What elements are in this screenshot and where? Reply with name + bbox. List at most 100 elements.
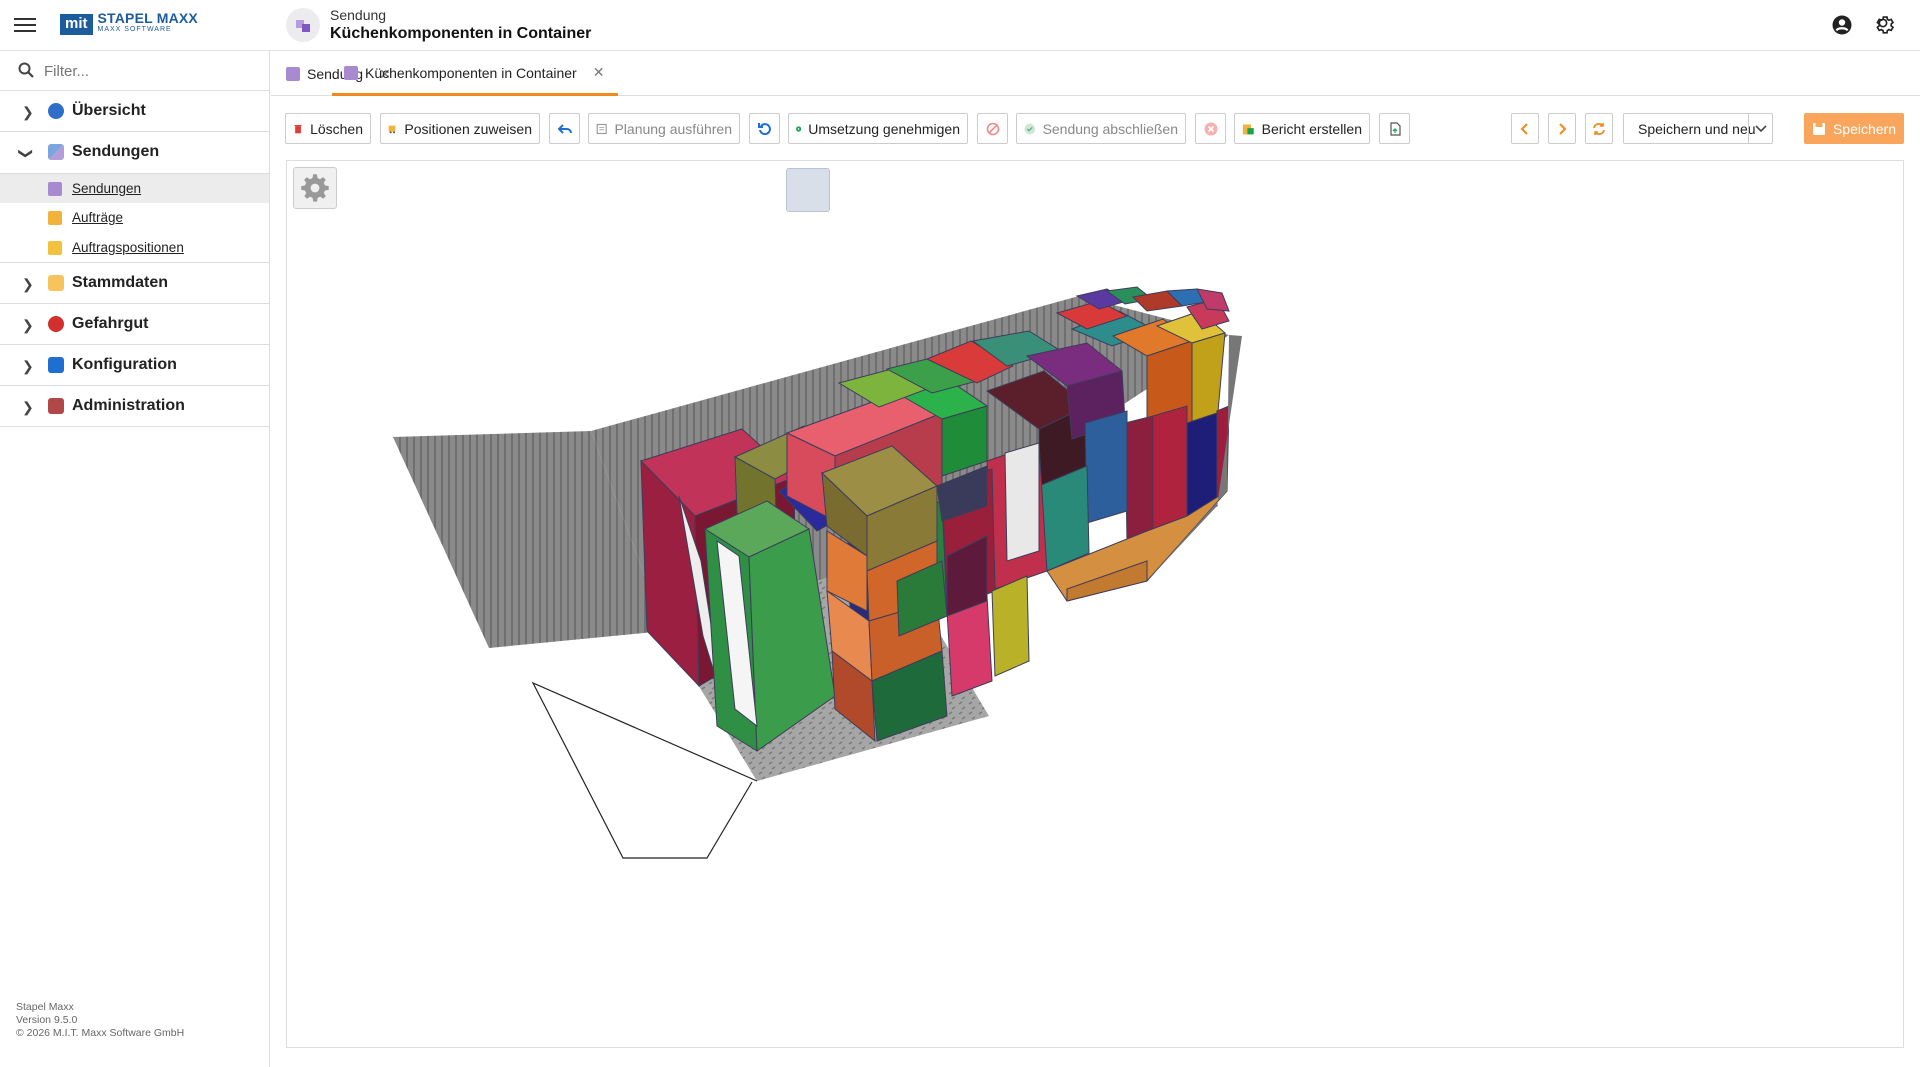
sidebar-subitem-label: Sendungen [72, 181, 142, 196]
button-label: Sendung abschließen [1042, 120, 1178, 137]
chevron-left-icon [1520, 122, 1528, 135]
hamburger-menu-icon[interactable] [14, 15, 36, 35]
button-label: Löschen [310, 120, 363, 137]
sidebar-item-konfiguration[interactable]: ❯ Konfiguration [0, 345, 269, 386]
close-circle-icon [1204, 122, 1217, 135]
reset-button[interactable] [749, 113, 780, 144]
chevron-down-icon: ❯ [18, 147, 35, 160]
orders-icon [48, 211, 62, 225]
tab-bar: Sendung ✕ Küchenkomponenten in Container… [271, 52, 1920, 96]
undo-button[interactable] [549, 113, 580, 144]
sidebar-footer: Stapel Maxx Version 9.5.0 © 2026 M.I.T. … [16, 1001, 184, 1040]
shipment-icon [48, 182, 62, 196]
sidebar-item-sendungen[interactable]: ❯ Sendungen [0, 132, 269, 173]
sidebar-item-gefahrgut[interactable]: ❯ Gefahrgut [0, 304, 269, 345]
assign-icon [388, 125, 396, 133]
sidebar-item-label: Konfiguration [72, 356, 177, 373]
toolbar: Löschen Positionen zuweisen Planung ausf… [285, 113, 1905, 145]
check-icon [1024, 123, 1036, 134]
button-label: Planung ausführen [614, 120, 732, 137]
container-3d-scene[interactable] [287, 161, 1904, 1048]
order-positions-icon [48, 241, 62, 255]
logo-name: STAPEL MAXX [97, 10, 198, 26]
chevron-right-icon: ❯ [22, 317, 34, 333]
shipment-icon [48, 144, 64, 160]
shipment-icon [286, 67, 300, 81]
next-record-button[interactable] [1548, 113, 1576, 144]
button-label: Bericht erstellen [1261, 120, 1362, 137]
ban-icon [986, 122, 999, 135]
chevron-down-icon[interactable] [1748, 114, 1772, 143]
sidebar-subitem-auftragspositionen[interactable]: Auftragspositionen [0, 233, 269, 263]
search-icon [18, 62, 34, 78]
product-name: Stapel Maxx [16, 1001, 74, 1013]
previous-record-button[interactable] [1511, 113, 1539, 144]
close-tab-icon[interactable]: ✕ [593, 64, 605, 81]
sidebar-subitem-auftraege[interactable]: Aufträge [0, 203, 269, 233]
undo-icon [557, 123, 572, 134]
sidebar-item-administration[interactable]: ❯ Administration [0, 386, 269, 427]
sidebar-subitem-label: Aufträge [72, 210, 124, 225]
refresh-button[interactable] [1585, 113, 1613, 144]
sidebar-item-label: Administration [72, 397, 185, 414]
sidebar-item-label: Gefahrgut [72, 315, 149, 332]
report-icon [1242, 123, 1254, 134]
master-data-icon [48, 275, 64, 291]
3d-load-viewer[interactable] [286, 160, 1904, 1048]
administration-icon [48, 398, 64, 414]
save-button[interactable]: Speichern [1804, 113, 1904, 144]
refresh-icon [1593, 122, 1605, 135]
complete-shipment-button[interactable]: Sendung abschließen [1016, 113, 1186, 144]
shipment-icon [286, 8, 320, 42]
approve-button[interactable]: Umsetzung genehmigen [788, 113, 968, 144]
hazard-icon [48, 316, 64, 332]
chevron-right-icon: ❯ [22, 358, 34, 374]
save-and-new-button[interactable]: Speichern und neu [1623, 113, 1773, 144]
sidebar-item-label: Sendungen [72, 143, 160, 160]
page-title: Küchenkomponenten in Container [330, 25, 592, 42]
play-icon [796, 125, 802, 132]
tab-label: Küchenkomponenten in Container [365, 64, 577, 81]
button-label: Umsetzung genehmigen [808, 120, 960, 137]
app-logo[interactable]: mit STAPEL MAXX MAXX SOFTWARE [60, 10, 198, 36]
document-export-icon [1389, 121, 1401, 136]
gear-icon [301, 174, 329, 202]
chevron-right-icon: ❯ [22, 104, 34, 120]
globe-icon [48, 103, 64, 119]
top-bar: mit STAPEL MAXX MAXX SOFTWARE Sendung Kü… [0, 0, 1920, 51]
assign-positions-button[interactable]: Positionen zuweisen [380, 113, 540, 144]
sidebar: ❯ Übersicht ❯ Sendungen Sendungen Aufträ… [0, 51, 270, 1067]
settings-gear-icon[interactable] [1874, 14, 1896, 36]
sidebar-item-stammdaten[interactable]: ❯ Stammdaten [0, 263, 269, 304]
sidebar-filter [0, 51, 269, 91]
header-subtitle: Sendung [330, 7, 387, 23]
floppy-disk-icon [1812, 122, 1825, 135]
reject-button[interactable] [1195, 113, 1226, 144]
user-account-icon[interactable] [1832, 15, 1852, 35]
viewer-settings-button[interactable] [293, 167, 337, 209]
chevron-right-icon: ❯ [22, 276, 34, 292]
tab-kuechenkomponenten[interactable]: Küchenkomponenten in Container ✕ [332, 52, 619, 96]
button-label: Speichern und neu [1638, 120, 1756, 137]
create-report-button[interactable]: Bericht erstellen [1234, 113, 1370, 144]
sidebar-item-label: Stammdaten [72, 274, 169, 291]
trash-icon [294, 124, 302, 133]
configuration-icon [48, 357, 64, 373]
button-label: Speichern [1832, 120, 1896, 137]
chevron-right-icon: ❯ [22, 399, 34, 415]
copyright-text: © 2026 M.I.T. Maxx Software GmbH [16, 1027, 185, 1039]
alternative-previous-button[interactable] [786, 168, 830, 212]
delete-button[interactable]: Löschen [285, 113, 371, 144]
button-label: Positionen zuweisen [404, 120, 532, 137]
cancel-approval-button[interactable] [977, 113, 1008, 144]
chevron-right-icon [1559, 122, 1567, 135]
export-button[interactable] [1379, 113, 1410, 144]
version-text: Version 9.5.0 [16, 1014, 78, 1026]
filter-input[interactable] [44, 59, 254, 83]
sidebar-subitem-label: Auftragspositionen [72, 240, 184, 255]
run-planning-button[interactable]: Planung ausführen [588, 113, 740, 144]
reset-icon [757, 122, 771, 135]
shipment-icon [344, 65, 358, 80]
sidebar-item-uebersicht[interactable]: ❯ Übersicht [0, 91, 269, 132]
sidebar-subitem-sendungen[interactable]: Sendungen [0, 173, 269, 203]
